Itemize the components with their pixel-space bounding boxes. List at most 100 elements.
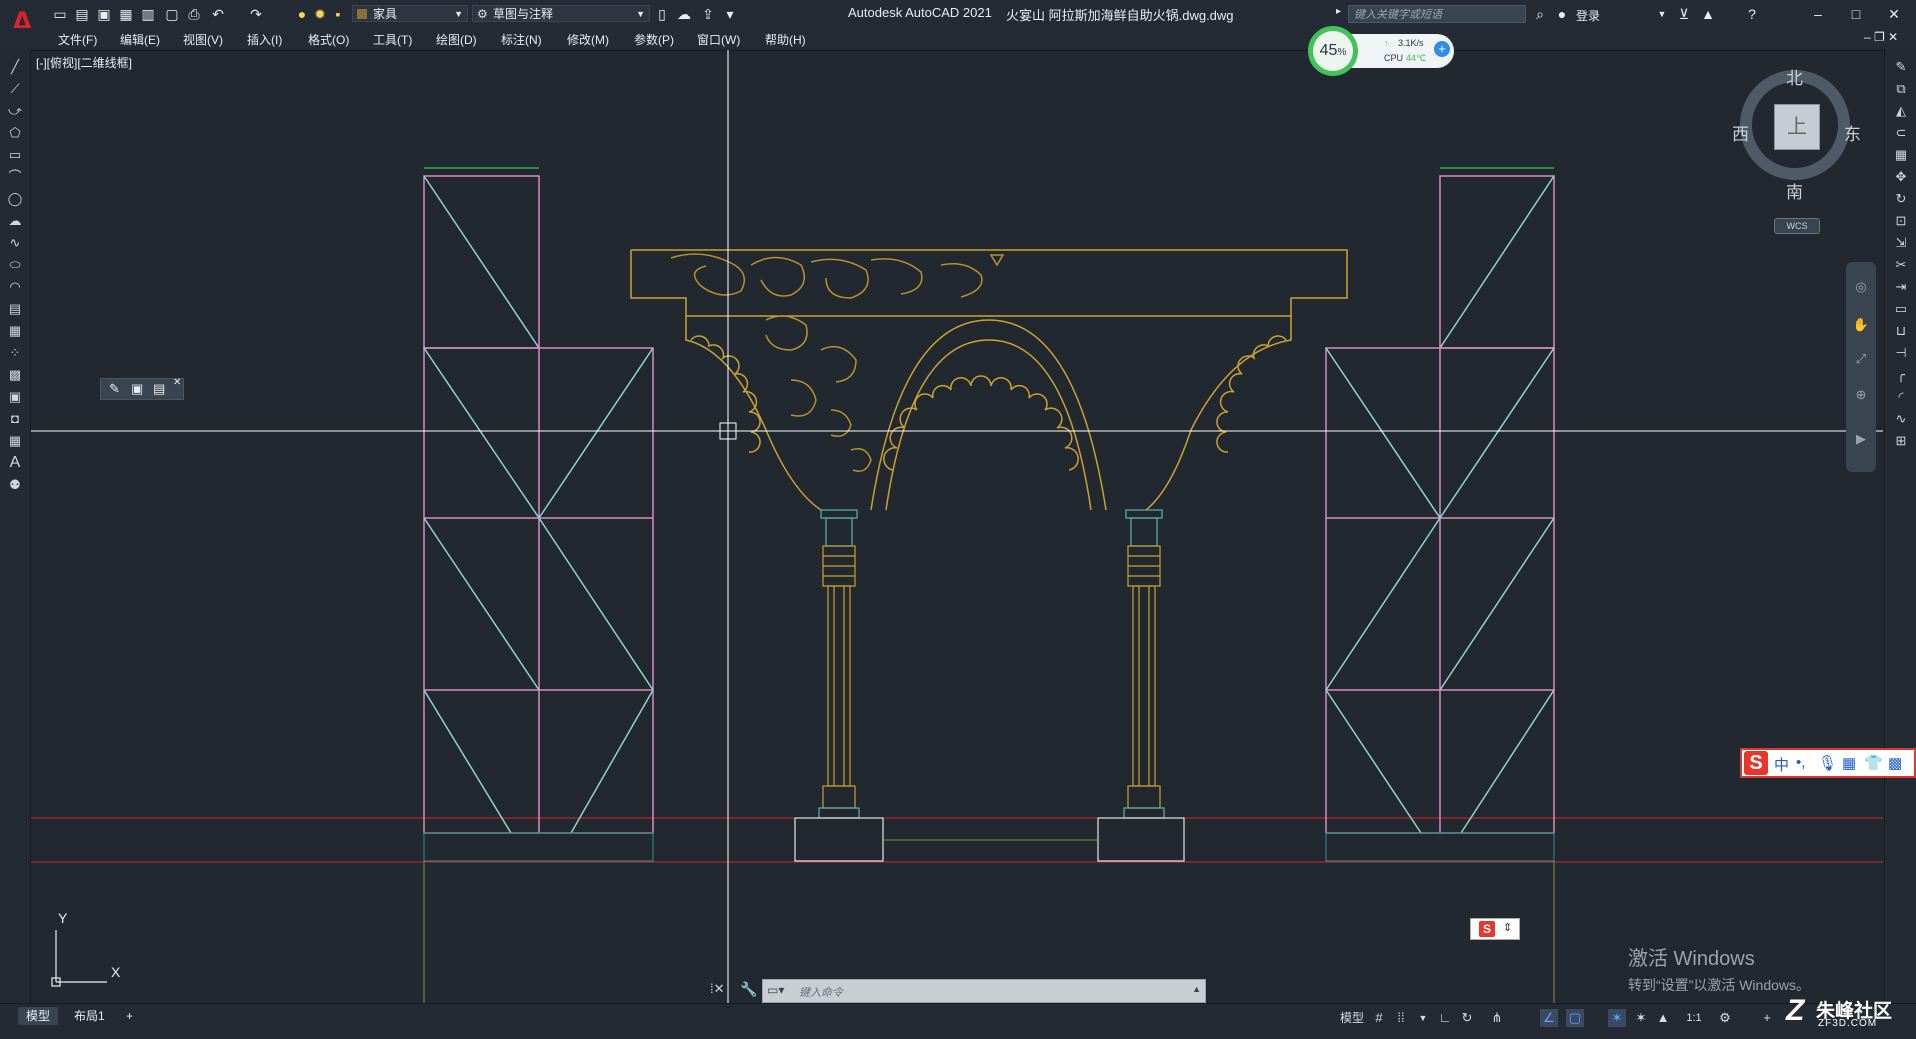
login-link[interactable]: 登录: [1576, 7, 1600, 24]
sun-icon[interactable]: ✹: [312, 6, 328, 22]
workspace-gear-icon[interactable]: ⚙: [1716, 1009, 1734, 1027]
region-icon[interactable]: ◘: [6, 410, 24, 428]
join-icon[interactable]: ⊔: [1892, 322, 1910, 340]
menu-help[interactable]: 帮助(H): [765, 31, 806, 48]
edit-icon[interactable]: ✎: [109, 381, 120, 397]
autodesk-a360-icon[interactable]: ▲: [1700, 6, 1716, 22]
insert-block-icon[interactable]: ▤: [6, 300, 24, 318]
polygon-icon[interactable]: ⬠: [6, 124, 24, 142]
help-icon[interactable]: ?: [1744, 6, 1760, 22]
menu-insert[interactable]: 插入(I): [247, 31, 282, 48]
hatch-icon[interactable]: ▩: [6, 366, 24, 384]
menu-modify[interactable]: 修改(M): [567, 31, 609, 48]
layer-dropdown[interactable]: 家具 ▼: [352, 5, 468, 22]
menu-draw[interactable]: 绘图(D): [436, 31, 477, 48]
array-icon[interactable]: ▦: [1892, 146, 1910, 164]
menu-parametric[interactable]: 参数(P): [634, 31, 674, 48]
wcs-menu[interactable]: WCS: [1774, 218, 1820, 234]
explode-icon[interactable]: ⊞: [1892, 432, 1910, 450]
gradient-icon[interactable]: ▣: [6, 388, 24, 406]
point-icon[interactable]: ⁘: [6, 344, 24, 362]
close-icon[interactable]: ✕: [173, 377, 181, 388]
punctuation-icon[interactable]: •,: [1796, 754, 1805, 771]
redo-icon[interactable]: ↷: [248, 6, 264, 22]
ime-toolbar[interactable]: S 中 •, 🎙 ▦ 👕 ▩: [1740, 748, 1916, 778]
tab-add-layout[interactable]: +: [118, 1007, 141, 1025]
blend-icon[interactable]: ◜: [1892, 388, 1910, 406]
phone-icon[interactable]: ▯: [654, 6, 670, 22]
spline-edit-icon[interactable]: ∿: [1892, 410, 1910, 428]
command-input[interactable]: 键入命令: [799, 984, 843, 1000]
chevron-down-icon[interactable]: ▼: [1414, 1009, 1432, 1027]
grid-icon[interactable]: #: [1370, 1009, 1388, 1027]
doc-window-controls[interactable]: – ❐ ✕: [1864, 30, 1898, 44]
annotation-scale-icon[interactable]: ▲: [1654, 1009, 1672, 1027]
move-icon[interactable]: ✥: [1892, 168, 1910, 186]
cart-icon[interactable]: ⊻: [1676, 6, 1692, 22]
menu-dimension[interactable]: 标注(N): [501, 31, 542, 48]
menu-format[interactable]: 格式(O): [308, 31, 349, 48]
ortho-icon[interactable]: ∟: [1436, 1009, 1454, 1027]
save-as-icon[interactable]: ▦: [118, 6, 134, 22]
ellipse-icon[interactable]: ⬭: [6, 256, 24, 274]
trim-icon[interactable]: ✂: [1892, 256, 1910, 274]
rectangle-icon[interactable]: ▭: [6, 146, 24, 164]
plus-icon[interactable]: +: [1434, 41, 1450, 57]
construction-line-icon[interactable]: ⟋: [6, 80, 24, 98]
compass-north[interactable]: 北: [1786, 64, 1803, 89]
workspace-dropdown[interactable]: ⚙ 草图与注释 ▼: [472, 5, 650, 22]
line-icon[interactable]: ╱: [6, 58, 24, 76]
offset-icon[interactable]: ⊂: [1892, 124, 1910, 142]
snap-icon[interactable]: ⁞⁞: [1392, 1009, 1410, 1027]
menu-tools[interactable]: 工具(T): [373, 31, 412, 48]
share-icon[interactable]: ⇪: [700, 6, 716, 22]
new-file-icon[interactable]: ▭: [52, 6, 68, 22]
revcloud-icon[interactable]: ☁: [6, 212, 24, 230]
lightbulb-icon[interactable]: ●: [294, 6, 310, 22]
tab-layout1[interactable]: 布局1: [66, 1007, 113, 1025]
chevron-up-icon[interactable]: ▲: [1192, 984, 1201, 994]
erase-icon[interactable]: ✎: [1892, 58, 1910, 76]
isodraft-icon[interactable]: ⋔: [1488, 1009, 1506, 1027]
pan-icon[interactable]: ✋: [1852, 316, 1870, 334]
skin-icon[interactable]: 👕: [1864, 754, 1883, 772]
maximize-button[interactable]: □: [1846, 4, 1866, 24]
plot-icon[interactable]: ▢: [164, 6, 180, 22]
image-icon[interactable]: ▣: [131, 381, 143, 397]
chevron-down-icon[interactable]: ▼: [1654, 6, 1670, 22]
table-icon[interactable]: ▦: [6, 432, 24, 450]
plus-icon[interactable]: +: [1758, 1009, 1776, 1027]
cloud-icon[interactable]: ☁: [676, 6, 692, 22]
publish-icon[interactable]: ▥: [140, 6, 156, 22]
object-snap-tracking-icon[interactable]: ∠: [1540, 1009, 1558, 1027]
menu-edit[interactable]: 编辑(E): [120, 31, 160, 48]
zoom-extents-icon[interactable]: ⤢: [1852, 350, 1870, 368]
object-snap-icon[interactable]: ▢: [1566, 1009, 1584, 1027]
open-file-icon[interactable]: ▤: [74, 6, 90, 22]
mirror-icon[interactable]: ◭: [1892, 102, 1910, 120]
close-button[interactable]: ✕: [1884, 4, 1904, 24]
orbit-icon[interactable]: ⊕: [1852, 386, 1870, 404]
annotation-visibility-icon[interactable]: ✶: [1608, 1009, 1626, 1027]
tab-model[interactable]: 模型: [18, 1007, 59, 1025]
customize-icon[interactable]: ▾: [722, 6, 738, 22]
search-icon[interactable]: ⌕: [1532, 6, 1548, 22]
break-icon[interactable]: ▭: [1892, 300, 1910, 318]
rotate-icon[interactable]: ↻: [1892, 190, 1910, 208]
ellipse-arc-icon[interactable]: ◠: [6, 278, 24, 296]
mtext-icon[interactable]: A: [6, 454, 24, 472]
polyline-icon[interactable]: ⤻: [6, 102, 24, 120]
save-icon[interactable]: ▣: [96, 6, 112, 22]
polar-tracking-icon[interactable]: ↻: [1458, 1009, 1476, 1027]
command-history-icon[interactable]: ▭▾: [767, 983, 784, 997]
autoscale-icon[interactable]: ✶: [1632, 1009, 1650, 1027]
user-icon[interactable]: ●: [1554, 6, 1570, 22]
undo-icon[interactable]: ↶: [210, 6, 226, 22]
ime-language[interactable]: 中: [1774, 754, 1789, 775]
minimize-button[interactable]: –: [1808, 4, 1828, 24]
chamfer-icon[interactable]: ⊣: [1892, 344, 1910, 362]
add-selected-icon[interactable]: ⚉: [6, 476, 24, 494]
scale-icon[interactable]: ⊡: [1892, 212, 1910, 230]
viewcube[interactable]: 上 北 南 东 西 WCS: [1730, 60, 1880, 240]
compass-south[interactable]: 南: [1786, 178, 1803, 203]
